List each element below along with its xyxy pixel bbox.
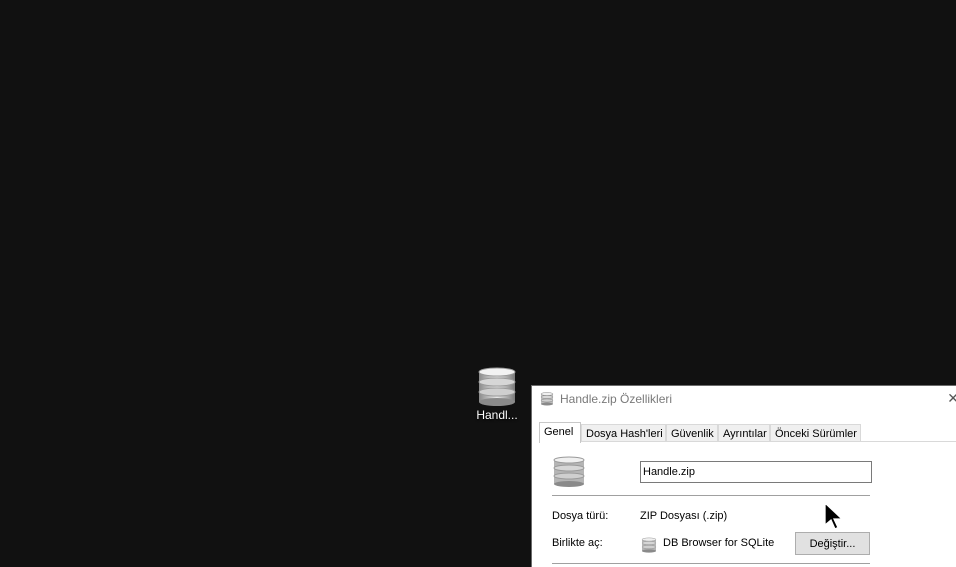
- file-type-value: ZIP Dosyası (.zip): [640, 510, 728, 522]
- divider: [552, 563, 870, 564]
- change-button[interactable]: Değiştir...: [795, 532, 870, 555]
- mouse-pointer-icon: [824, 502, 844, 530]
- desktop-icon-label: Handl...: [476, 408, 518, 422]
- tab-divider: [539, 441, 956, 442]
- opens-with-label: Birlikte aç:: [552, 537, 603, 549]
- database-icon: [540, 392, 554, 406]
- database-icon: [641, 537, 657, 553]
- file-type-label: Dosya türü:: [552, 510, 609, 522]
- tab-guvenlik[interactable]: Güvenlik: [666, 424, 718, 442]
- properties-dialog: Handle.zip Özellikleri ✕ Genel Dosya Has…: [531, 385, 956, 567]
- database-icon: [553, 456, 585, 487]
- tab-onceki-surumler[interactable]: Önceki Sürümler: [770, 424, 861, 442]
- tab-strip: Genel Dosya Hash'leri Güvenlik Ayrıntıla…: [539, 422, 956, 443]
- desktop-file-icon[interactable]: Handl...: [472, 366, 522, 422]
- file-name-input[interactable]: [640, 461, 872, 483]
- divider: [552, 495, 870, 496]
- database-icon: [478, 367, 516, 406]
- tab-dosya-hashleri[interactable]: Dosya Hash'leri: [581, 424, 666, 442]
- tab-genel[interactable]: Genel: [539, 422, 581, 443]
- tab-ayrintilar[interactable]: Ayrıntılar: [718, 424, 770, 442]
- close-icon[interactable]: ✕: [947, 390, 956, 407]
- opens-with-value: DB Browser for SQLite: [663, 537, 775, 549]
- title-bar[interactable]: Handle.zip Özellikleri ✕: [532, 386, 956, 413]
- dialog-title: Handle.zip Özellikleri: [560, 392, 673, 406]
